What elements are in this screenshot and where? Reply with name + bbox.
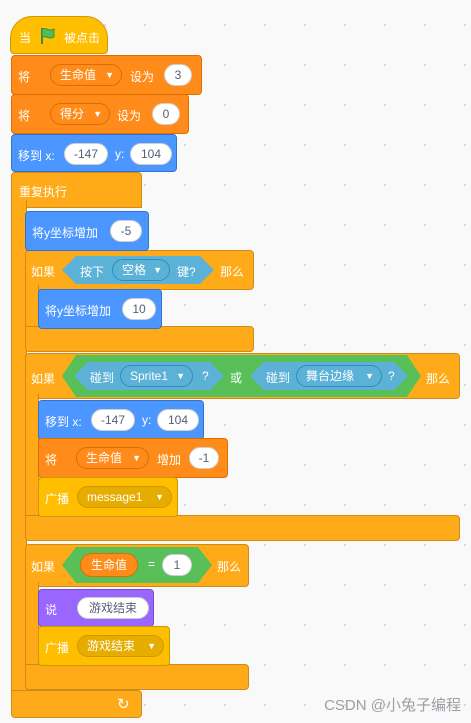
if-key-arm <box>25 285 39 330</box>
set-score-var-dropdown[interactable]: 得分 ▼ <box>50 103 110 125</box>
chevron-down-icon: ▼ <box>147 641 156 651</box>
if-touch-if-label: 如果 <box>31 372 56 386</box>
key-suffix-label: 键? <box>177 265 196 279</box>
sprite-dropdown[interactable]: Sprite1 ▼ <box>120 365 193 387</box>
change-life-var-dropdown[interactable]: 生命值 ▼ <box>76 447 149 469</box>
chevron-down-icon: ▼ <box>176 371 185 381</box>
key-dropdown-value: 空格 <box>122 263 147 277</box>
broadcast2-label: 广播 <box>45 641 70 655</box>
broadcast1-msg: message1 <box>87 490 143 504</box>
touch-edge-label: 碰到 <box>266 371 291 385</box>
hat-clicked-label: 被点击 <box>64 31 101 45</box>
key-pressed-label: 按下 <box>80 265 105 279</box>
goto2-y-input[interactable]: 104 <box>157 409 199 431</box>
set-score-to: 设为 <box>117 109 142 123</box>
set-life-value-input[interactable]: 3 <box>164 64 192 86</box>
chevron-down-icon: ▼ <box>93 109 102 119</box>
say-text: 游戏结束 <box>88 601 137 615</box>
change-y2-input[interactable]: 10 <box>122 298 156 320</box>
say-text-input[interactable]: 游戏结束 <box>77 597 149 619</box>
chevron-down-icon: ▼ <box>155 492 164 502</box>
key-pressed-condition[interactable]: 按下 空格 ▼ 键? <box>62 256 214 284</box>
broadcast1-label: 广播 <box>45 492 70 506</box>
if-touch-arm <box>25 394 39 519</box>
change-y2-label: 将y坐标增加 <box>45 304 112 318</box>
set-score-var: 得分 <box>60 107 85 121</box>
watermark: CSDN @小兔子编程 <box>324 697 461 714</box>
goto2-x-input[interactable]: -147 <box>91 409 135 431</box>
green-flag-icon <box>41 28 55 44</box>
equals-label: = <box>148 557 156 571</box>
goto2-y: 104 <box>167 413 189 427</box>
broadcast2-msg-dropdown[interactable]: 游戏结束 ▼ <box>77 635 164 657</box>
goto1-y: 104 <box>140 147 162 161</box>
if-key-footer <box>25 326 254 352</box>
hat-when-label: 当 <box>19 31 32 45</box>
sprite-dropdown-value: Sprite1 <box>130 369 169 383</box>
change-y1-label: 将y坐标增加 <box>32 226 99 240</box>
change-y1-value: -5 <box>120 224 132 238</box>
equals-value: 1 <box>173 558 181 572</box>
goto1-ylabel: y: <box>115 147 125 161</box>
or-label: 或 <box>230 371 243 385</box>
change-y2-value: 10 <box>132 302 146 316</box>
life-reporter-label: 生命值 <box>90 558 127 572</box>
change-life-var: 生命值 <box>86 451 123 465</box>
if-life-arm <box>25 582 39 668</box>
life-reporter[interactable]: 生命值 <box>80 553 138 577</box>
if-life-then-label: 那么 <box>217 560 242 574</box>
broadcast2-msg: 游戏结束 <box>87 639 136 653</box>
change-life-value: -1 <box>198 451 210 465</box>
set-score-value-input[interactable]: 0 <box>152 103 180 125</box>
set-score-value: 0 <box>162 107 170 121</box>
if-touch-footer <box>25 515 460 541</box>
key-dropdown[interactable]: 空格 ▼ <box>112 259 170 281</box>
goto2-ylabel: y: <box>142 413 152 427</box>
edge-dropdown-value: 舞台边缘 <box>306 369 355 383</box>
equals-value-input[interactable]: 1 <box>162 554 192 576</box>
goto1-x: -147 <box>73 147 99 161</box>
set-score-verb: 将 <box>18 109 31 123</box>
touch-sprite-q: ? <box>202 369 209 383</box>
say-label: 说 <box>45 603 58 617</box>
broadcast1-msg-dropdown[interactable]: message1 ▼ <box>77 486 172 508</box>
goto1-y-input[interactable]: 104 <box>130 143 172 165</box>
change-y1-input[interactable]: -5 <box>110 220 142 242</box>
or-condition[interactable]: 碰到 Sprite1 ▼ ? 或 碰到 舞台边缘 ▼ ? <box>62 355 421 397</box>
goto2-label: 移到 x: <box>45 415 82 429</box>
set-life-value: 3 <box>174 68 182 82</box>
touch-edge-condition[interactable]: 碰到 舞台边缘 ▼ ? <box>250 362 408 390</box>
change-life-verb: 将 <box>45 453 58 467</box>
set-life-var-dropdown[interactable]: 生命值 ▼ <box>50 64 122 86</box>
equals-condition[interactable]: 生命值 = 1 <box>62 547 212 583</box>
goto1-label: 移到 x: <box>18 149 55 163</box>
chevron-down-icon: ▼ <box>105 70 114 80</box>
goto1-x-input[interactable]: -147 <box>64 143 108 165</box>
if-key-if-label: 如果 <box>31 265 56 279</box>
set-life-var: 生命值 <box>60 68 97 82</box>
if-touch-then-label: 那么 <box>426 372 451 386</box>
chevron-down-icon: ▼ <box>132 453 141 463</box>
if-life-footer <box>25 664 249 690</box>
edge-dropdown[interactable]: 舞台边缘 ▼ <box>296 365 382 387</box>
touch-edge-q: ? <box>388 369 395 383</box>
if-key-then-label: 那么 <box>220 265 245 279</box>
goto2-x: -147 <box>100 413 126 427</box>
set-life-verb: 将 <box>18 70 31 84</box>
loop-arrow-icon: ↻ <box>117 696 130 713</box>
touch-sprite-label: 碰到 <box>90 371 115 385</box>
chevron-down-icon: ▼ <box>153 265 162 275</box>
if-life-if-label: 如果 <box>31 560 56 574</box>
chevron-down-icon: ▼ <box>365 371 374 381</box>
forever-label: 重复执行 <box>19 185 68 199</box>
change-life-by: 增加 <box>157 453 182 467</box>
change-life-value-input[interactable]: -1 <box>189 447 219 469</box>
set-life-to: 设为 <box>130 70 155 84</box>
touch-sprite-condition[interactable]: 碰到 Sprite1 ▼ ? <box>74 362 224 390</box>
